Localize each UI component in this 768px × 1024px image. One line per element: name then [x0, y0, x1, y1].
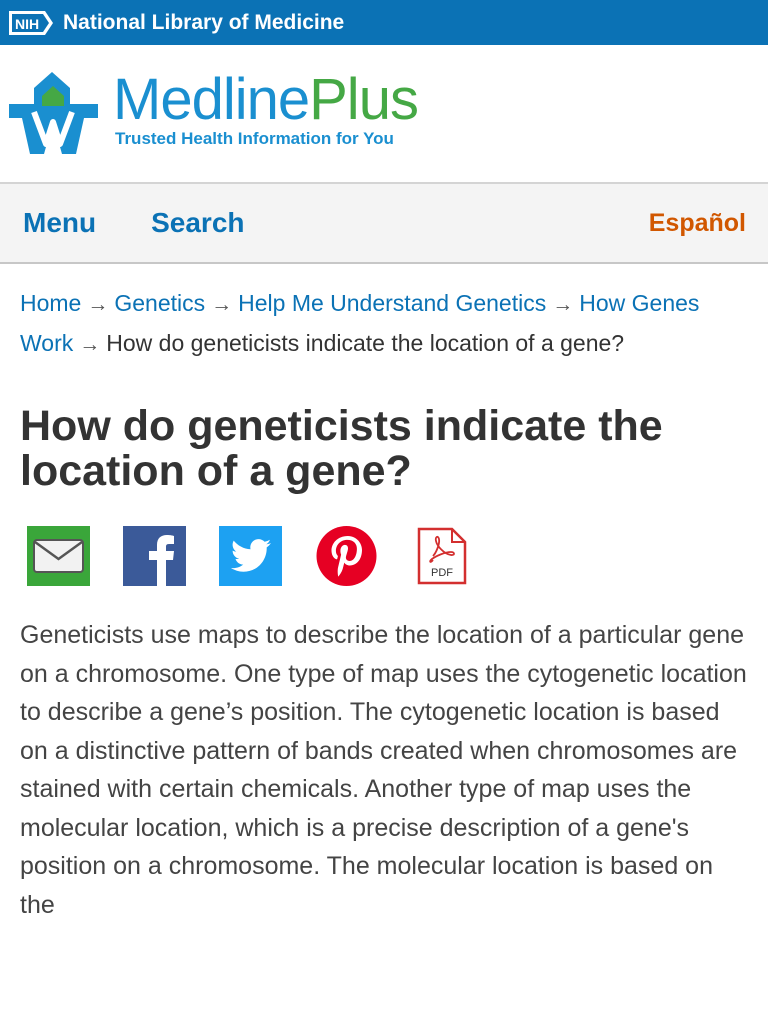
pinterest-icon: [316, 526, 377, 586]
breadcrumb-genetics[interactable]: Genetics: [114, 290, 205, 316]
nlm-title[interactable]: National Library of Medicine: [63, 11, 344, 35]
pinterest-share-button[interactable]: [315, 526, 378, 586]
pdf-download-button[interactable]: PDF: [411, 526, 474, 586]
article-body-text: Geneticists use maps to describe the loc…: [20, 621, 747, 919]
facebook-icon: [123, 526, 186, 586]
espanol-link[interactable]: Español: [649, 209, 746, 238]
breadcrumb-home[interactable]: Home: [20, 290, 81, 316]
breadcrumb: Home → Genetics → Help Me Understand Genetic…: [0, 264, 768, 364]
share-toolbar: PDF: [27, 526, 768, 586]
email-icon: [27, 526, 90, 586]
twitter-icon: [219, 526, 282, 586]
breadcrumb-current: How do geneticists indicate the location…: [106, 330, 625, 356]
search-button[interactable]: Search: [151, 207, 244, 239]
main-nav: Menu Search Español: [0, 184, 768, 264]
medlineplus-brand: MedlinePlus Trusted Health Information f…: [0, 45, 768, 184]
medlineplus-wordmark[interactable]: MedlinePlus: [113, 70, 419, 129]
twitter-share-button[interactable]: [219, 526, 282, 586]
pdf-label: PDF: [431, 567, 453, 579]
menu-button[interactable]: Menu: [23, 207, 96, 239]
email-share-button[interactable]: [27, 526, 90, 586]
nih-logo-icon[interactable]: NIH: [7, 8, 55, 38]
page-title: How do geneticists indicate the location…: [20, 402, 663, 495]
breadcrumb-separator: →: [87, 293, 109, 316]
nih-logo-text: NIH: [15, 16, 39, 32]
breadcrumb-separator: →: [79, 333, 101, 356]
breadcrumb-separator: →: [211, 293, 233, 316]
breadcrumb-help-me-understand-genetics[interactable]: Help Me Understand Genetics: [238, 290, 546, 316]
breadcrumb-separator: →: [552, 293, 574, 316]
nih-header-bar: NIH National Library of Medicine: [0, 0, 768, 45]
brand-name-plus: Plus: [309, 66, 419, 132]
brand-tagline: Trusted Health Information for You: [115, 128, 394, 148]
medlineplus-logo-icon[interactable]: [6, 66, 101, 161]
pdf-icon: PDF: [417, 527, 467, 585]
facebook-share-button[interactable]: [123, 526, 186, 586]
brand-name-medline: Medline: [113, 66, 310, 132]
